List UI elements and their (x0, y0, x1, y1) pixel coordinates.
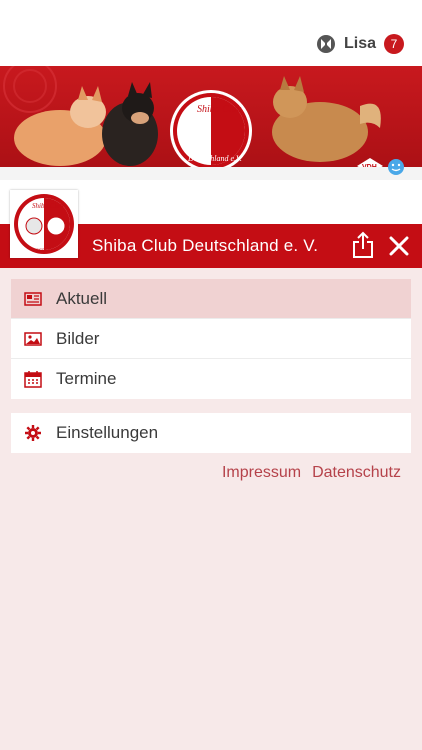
user-name[interactable]: Lisa (344, 35, 376, 53)
menu-item-aktuell[interactable]: Aktuell (11, 279, 411, 319)
smiley-icon (388, 159, 404, 175)
image-icon (24, 332, 42, 346)
club-logo-text: Shiba Club (32, 202, 64, 210)
banner-bottom-strip (0, 167, 422, 180)
top-bar: Lisa 7 (0, 0, 422, 66)
footer-links: Impressum Datenschutz (222, 464, 401, 482)
menu-label-einstellungen: Einstellungen (56, 423, 159, 442)
notification-badge[interactable]: 7 (384, 34, 404, 54)
calendar-icon (24, 371, 42, 388)
menu-label-termine: Termine (56, 369, 117, 388)
share-icon[interactable] (350, 230, 376, 260)
menu-item-bilder[interactable]: Bilder (11, 319, 411, 359)
settings-menu: Einstellungen (11, 413, 411, 453)
newspaper-icon (24, 292, 42, 306)
menu-label-aktuell: Aktuell (56, 289, 108, 308)
main-menu: Aktuell Bilder Termine (11, 279, 411, 399)
app-logo-icon (316, 35, 335, 53)
club-logo-image: Shiba Club SCD (14, 194, 74, 254)
gear-icon (25, 425, 41, 441)
user-menu[interactable]: Lisa 7 (316, 33, 404, 55)
club-logo: Shiba Club SCD (10, 190, 78, 258)
club-logo-small-text: SCD (36, 249, 46, 254)
banner-logo-bottom-text: Deutschland e.V. (187, 154, 242, 163)
banner-logo-top-text: Shiba Club (197, 104, 242, 115)
banner-image: Shiba Club Deutschland e.V. VDH (3, 66, 383, 174)
menu-item-einstellungen[interactable]: Einstellungen (11, 413, 411, 453)
close-icon[interactable] (386, 232, 412, 260)
menu-item-termine[interactable]: Termine (11, 359, 411, 399)
datenschutz-link[interactable]: Datenschutz (312, 464, 401, 482)
club-title: Shiba Club Deutschland e. V. (92, 236, 319, 255)
menu-label-bilder: Bilder (56, 329, 100, 348)
impressum-link[interactable]: Impressum (222, 464, 301, 482)
club-banner: Shiba Club Deutschland e.V. VDH (0, 66, 422, 180)
